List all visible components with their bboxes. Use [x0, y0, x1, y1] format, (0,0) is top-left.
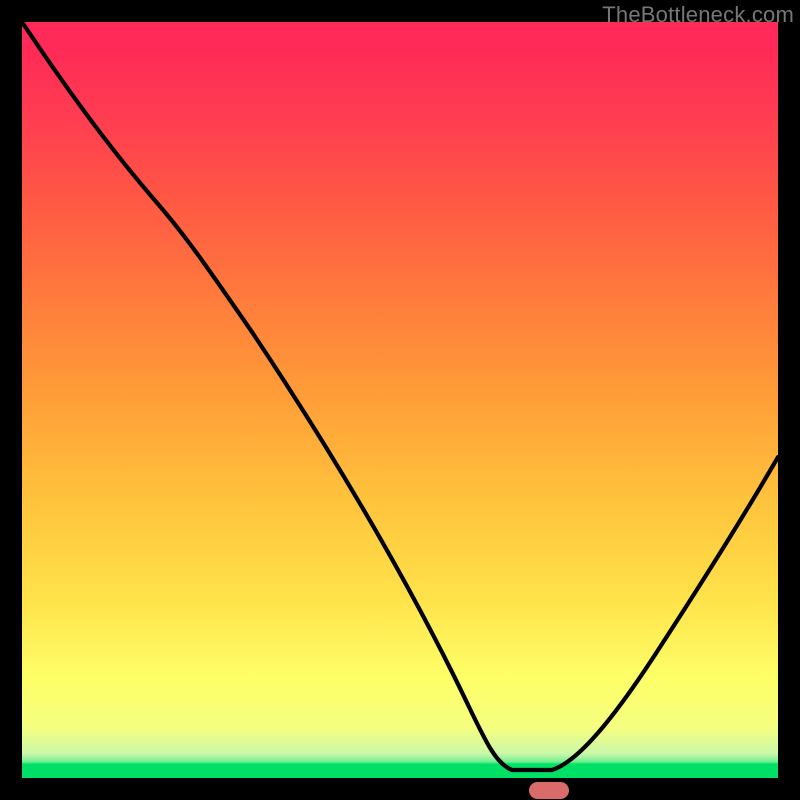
chart-frame: TheBottleneck.com — [0, 0, 800, 800]
chart-min-marker — [529, 782, 569, 799]
watermark-text: TheBottleneck.com — [602, 2, 794, 28]
chart-curve — [22, 22, 778, 778]
chart-plot-area — [22, 22, 778, 778]
chart-line-path — [22, 22, 778, 770]
